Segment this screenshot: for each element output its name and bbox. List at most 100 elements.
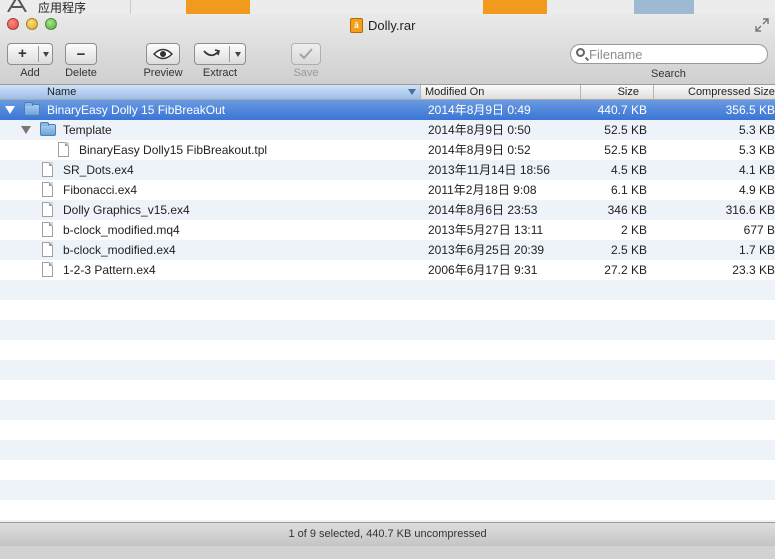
document-icon xyxy=(42,262,53,277)
file-size: 52.5 KB xyxy=(604,123,647,137)
window-bottom-edge xyxy=(0,546,775,559)
disclosure-triangle-icon[interactable] xyxy=(21,126,31,134)
file-name: 1-2-3 Pattern.ex4 xyxy=(63,263,156,277)
extract-label: Extract xyxy=(202,67,238,79)
add-label: Add xyxy=(20,67,40,79)
column-header: Name Modified On Size Compressed Size xyxy=(0,85,775,100)
preview-button[interactable] xyxy=(146,43,180,65)
empty-row xyxy=(0,400,775,420)
minimize-window-button[interactable] xyxy=(26,18,38,30)
save-button[interactable] xyxy=(291,43,321,65)
delete-button[interactable]: − xyxy=(65,43,97,65)
background-orange-tab xyxy=(186,0,250,14)
column-separator[interactable] xyxy=(580,85,581,99)
table-row[interactable]: b-clock_modified.ex4 2013年6月25日 20:39 2.5 … xyxy=(0,240,775,260)
file-size: 346 KB xyxy=(607,203,647,217)
extract-arrow-icon xyxy=(203,49,220,57)
column-header-name[interactable]: Name xyxy=(0,85,420,99)
column-header-modified[interactable]: Modified On xyxy=(425,85,575,99)
table-row[interactable]: BinaryEasy Dolly 15 FibBreakOut 2014年8月9日… xyxy=(0,100,775,120)
column-separator[interactable] xyxy=(653,85,654,99)
compressed-size: 356.5 KB xyxy=(725,103,775,117)
empty-row xyxy=(0,280,775,300)
table-row[interactable]: Template 2014年8月9日 0:50 52.5 KB 5.3 KB xyxy=(0,120,775,140)
file-name: Template xyxy=(63,123,112,137)
file-size: 4.5 KB xyxy=(610,163,647,177)
file-name: BinaryEasy Dolly15 FibBreakout.tpl xyxy=(79,143,268,157)
document-icon xyxy=(58,142,69,157)
file-size: 2 KB xyxy=(620,223,647,237)
compressed-size: 677 B xyxy=(743,223,775,237)
extract-button[interactable] xyxy=(194,43,246,65)
delete-label: Delete xyxy=(65,67,97,79)
file-name: Dolly Graphics_v15.ex4 xyxy=(63,203,190,217)
document-icon xyxy=(42,222,53,237)
search-input[interactable] xyxy=(589,46,759,62)
document-icon xyxy=(42,242,53,257)
compressed-size: 1.7 KB xyxy=(738,243,775,257)
window-title: ā Dolly.rar xyxy=(350,16,415,34)
modified-date: 2013年5月27日 13:11 xyxy=(428,223,544,237)
background-window-strip: 应用程序 xyxy=(0,0,775,14)
file-size: 52.5 KB xyxy=(604,143,647,157)
table-row[interactable]: Dolly Graphics_v15.ex4 2014年8月6日 23:53 346… xyxy=(0,200,775,220)
table-row[interactable]: b-clock_modified.mq4 2013年5月27日 13:11 2 KB… xyxy=(0,220,775,240)
chevron-down-icon[interactable] xyxy=(43,52,49,57)
modified-date: 2013年6月25日 20:39 xyxy=(428,243,545,257)
background-blue-tab xyxy=(634,0,694,14)
compressed-size: 4.9 KB xyxy=(738,183,775,197)
status-bar: 1 of 9 selected, 440.7 KB uncompressed xyxy=(0,522,775,546)
search-icon xyxy=(576,48,585,57)
file-list: BinaryEasy Dolly 15 FibBreakOut 2014年8月9日… xyxy=(0,100,775,535)
empty-row xyxy=(0,360,775,380)
modified-date: 2014年8月9日 0:49 xyxy=(428,103,531,117)
search-field[interactable] xyxy=(570,44,768,64)
compressed-size: 316.6 KB xyxy=(725,203,775,217)
modified-date: 2013年11月14日 18:56 xyxy=(428,163,550,177)
compressed-size: 5.3 KB xyxy=(738,143,775,157)
background-orange-tab xyxy=(483,0,547,14)
background-app-label: 应用程序 xyxy=(38,1,87,14)
archive-window: ā Dolly.rar + Add − Delete Preview Extra… xyxy=(0,14,775,559)
document-icon xyxy=(42,162,53,177)
empty-row xyxy=(0,440,775,460)
table-row[interactable]: BinaryEasy Dolly15 FibBreakout.tpl 2014年8… xyxy=(0,140,775,160)
column-header-compressed[interactable]: Compressed Size xyxy=(688,85,775,99)
empty-row xyxy=(0,500,775,520)
modified-date: 2006年6月17日 9:31 xyxy=(428,263,538,277)
compressed-size: 23.3 KB xyxy=(732,263,775,277)
preview-label: Preview xyxy=(143,67,183,79)
modified-date: 2014年8月9日 0:50 xyxy=(428,123,531,137)
file-name: BinaryEasy Dolly 15 FibBreakOut xyxy=(47,103,226,117)
status-text: 1 of 9 selected, 440.7 KB uncompressed xyxy=(288,528,487,540)
file-name: b-clock_modified.mq4 xyxy=(63,223,180,237)
file-size: 6.1 KB xyxy=(610,183,647,197)
column-header-size[interactable]: Size xyxy=(582,85,639,99)
modified-date: 2011年2月18日 9:08 xyxy=(428,183,537,197)
chevron-down-icon[interactable] xyxy=(235,52,241,57)
file-name: b-clock_modified.ex4 xyxy=(63,243,176,257)
column-separator[interactable] xyxy=(420,85,421,99)
table-row[interactable]: Fibonacci.ex4 2011年2月18日 9:08 6.1 KB 4.9 KB xyxy=(0,180,775,200)
add-button[interactable]: + xyxy=(7,43,53,65)
table-row[interactable]: 1-2-3 Pattern.ex4 2006年6月17日 9:31 27.2 KB 2… xyxy=(0,260,775,280)
zoom-window-button[interactable] xyxy=(45,18,57,30)
plus-icon: + xyxy=(18,45,27,62)
empty-row xyxy=(0,460,775,480)
empty-row xyxy=(0,380,775,400)
disclosure-triangle-icon[interactable] xyxy=(5,106,15,114)
modified-date: 2014年8月9日 0:52 xyxy=(428,143,531,157)
file-size: 2.5 KB xyxy=(610,243,647,257)
file-name: SR_Dots.ex4 xyxy=(63,163,134,177)
empty-row xyxy=(0,480,775,500)
table-row[interactable]: SR_Dots.ex4 2013年11月14日 18:56 4.5 KB 4.1 KB xyxy=(0,160,775,180)
applications-icon xyxy=(7,0,27,12)
fullscreen-icon[interactable] xyxy=(755,18,769,32)
folder-icon xyxy=(24,102,40,116)
close-window-button[interactable] xyxy=(7,18,19,30)
eye-icon xyxy=(153,48,173,60)
checkmark-icon xyxy=(299,48,313,60)
empty-row xyxy=(0,300,775,320)
sort-descending-icon xyxy=(408,89,416,95)
modified-date: 2014年8月6日 23:53 xyxy=(428,203,538,217)
